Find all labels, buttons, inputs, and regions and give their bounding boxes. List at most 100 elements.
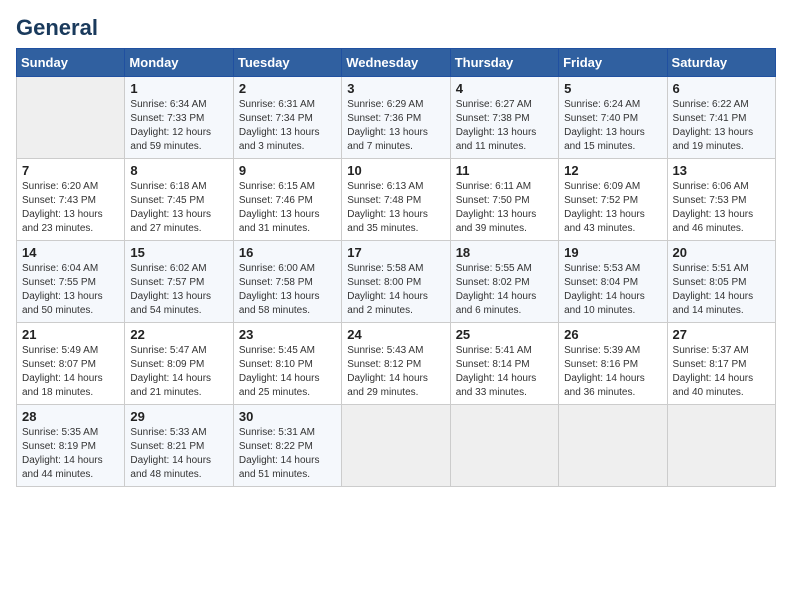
calendar-cell: [342, 405, 450, 487]
day-info: Sunrise: 5:35 AM Sunset: 8:19 PM Dayligh…: [22, 426, 119, 482]
calendar-cell: [450, 405, 558, 487]
calendar-cell: 9Sunrise: 6:15 AM Sunset: 7:46 PM Daylig…: [233, 159, 341, 241]
day-number: 18: [456, 245, 553, 260]
day-info: Sunrise: 6:24 AM Sunset: 7:40 PM Dayligh…: [564, 98, 661, 154]
day-number: 14: [22, 245, 119, 260]
day-number: 17: [347, 245, 444, 260]
header-friday: Friday: [559, 49, 667, 77]
day-info: Sunrise: 6:09 AM Sunset: 7:52 PM Dayligh…: [564, 180, 661, 236]
calendar-table: SundayMondayTuesdayWednesdayThursdayFrid…: [16, 48, 776, 487]
day-number: 26: [564, 327, 661, 342]
day-info: Sunrise: 6:31 AM Sunset: 7:34 PM Dayligh…: [239, 98, 336, 154]
day-info: Sunrise: 5:33 AM Sunset: 8:21 PM Dayligh…: [130, 426, 227, 482]
calendar-cell: 21 Sunrise: 5:49 AM Sunset: 8:07 PM Dayli…: [17, 323, 125, 405]
calendar-cell: [17, 77, 125, 159]
day-info: Sunrise: 6:22 AM Sunset: 7:41 PM Dayligh…: [673, 98, 770, 154]
calendar-cell: 24 Sunrise: 5:43 AM Sunset: 8:12 PM Dayli…: [342, 323, 450, 405]
calendar-week-row: 1 Sunrise: 6:34 AM Sunset: 7:33 PM Daylig…: [17, 77, 776, 159]
day-number: 15: [130, 245, 227, 260]
calendar-cell: 20 Sunrise: 5:51 AM Sunset: 8:05 PM Dayli…: [667, 241, 775, 323]
day-info: Sunrise: 6:06 AM Sunset: 7:53 PM Dayligh…: [673, 180, 770, 236]
day-info: Sunrise: 5:39 AM Sunset: 8:16 PM Dayligh…: [564, 344, 661, 400]
day-number: 5: [564, 81, 661, 96]
calendar-cell: 5 Sunrise: 6:24 AM Sunset: 7:40 PM Daylig…: [559, 77, 667, 159]
day-number: 29: [130, 409, 227, 424]
calendar-cell: 12Sunrise: 6:09 AM Sunset: 7:52 PM Dayli…: [559, 159, 667, 241]
calendar-cell: [559, 405, 667, 487]
calendar-cell: 22 Sunrise: 5:47 AM Sunset: 8:09 PM Dayli…: [125, 323, 233, 405]
day-number: 22: [130, 327, 227, 342]
calendar-cell: 29 Sunrise: 5:33 AM Sunset: 8:21 PM Dayli…: [125, 405, 233, 487]
day-info: Sunrise: 6:00 AM Sunset: 7:58 PM Dayligh…: [239, 262, 336, 318]
page-header: General: [16, 16, 776, 40]
day-number: 19: [564, 245, 661, 260]
day-info: Sunrise: 6:34 AM Sunset: 7:33 PM Dayligh…: [130, 98, 227, 154]
logo: General: [16, 16, 98, 40]
calendar-cell: 7 Sunrise: 6:20 AM Sunset: 7:43 PM Daylig…: [17, 159, 125, 241]
calendar-week-row: 21 Sunrise: 5:49 AM Sunset: 8:07 PM Dayli…: [17, 323, 776, 405]
day-info: Sunrise: 5:41 AM Sunset: 8:14 PM Dayligh…: [456, 344, 553, 400]
day-number: 21: [22, 327, 119, 342]
calendar-week-row: 28Sunrise: 5:35 AM Sunset: 8:19 PM Dayli…: [17, 405, 776, 487]
header-monday: Monday: [125, 49, 233, 77]
calendar-cell: 17 Sunrise: 5:58 AM Sunset: 8:00 PM Dayli…: [342, 241, 450, 323]
day-number: 1: [130, 81, 227, 96]
calendar-cell: 18 Sunrise: 5:55 AM Sunset: 8:02 PM Dayli…: [450, 241, 558, 323]
calendar-cell: 13 Sunrise: 6:06 AM Sunset: 7:53 PM Dayli…: [667, 159, 775, 241]
calendar-cell: 6Sunrise: 6:22 AM Sunset: 7:41 PM Daylig…: [667, 77, 775, 159]
day-info: Sunrise: 6:15 AM Sunset: 7:46 PM Dayligh…: [239, 180, 336, 236]
header-sunday: Sunday: [17, 49, 125, 77]
day-info: Sunrise: 6:02 AM Sunset: 7:57 PM Dayligh…: [130, 262, 227, 318]
day-number: 3: [347, 81, 444, 96]
calendar-cell: 30 Sunrise: 5:31 AM Sunset: 8:22 PM Dayli…: [233, 405, 341, 487]
calendar-cell: 1 Sunrise: 6:34 AM Sunset: 7:33 PM Daylig…: [125, 77, 233, 159]
day-info: Sunrise: 5:53 AM Sunset: 8:04 PM Dayligh…: [564, 262, 661, 318]
day-number: 30: [239, 409, 336, 424]
day-info: Sunrise: 5:43 AM Sunset: 8:12 PM Dayligh…: [347, 344, 444, 400]
calendar-cell: 4 Sunrise: 6:27 AM Sunset: 7:38 PM Daylig…: [450, 77, 558, 159]
calendar-cell: 15 Sunrise: 6:02 AM Sunset: 7:57 PM Dayli…: [125, 241, 233, 323]
calendar-cell: [667, 405, 775, 487]
calendar-cell: 23 Sunrise: 5:45 AM Sunset: 8:10 PM Dayli…: [233, 323, 341, 405]
day-number: 23: [239, 327, 336, 342]
day-info: Sunrise: 5:55 AM Sunset: 8:02 PM Dayligh…: [456, 262, 553, 318]
day-info: Sunrise: 5:49 AM Sunset: 8:07 PM Dayligh…: [22, 344, 119, 400]
day-info: Sunrise: 5:51 AM Sunset: 8:05 PM Dayligh…: [673, 262, 770, 318]
day-number: 13: [673, 163, 770, 178]
day-info: Sunrise: 5:37 AM Sunset: 8:17 PM Dayligh…: [673, 344, 770, 400]
day-number: 16: [239, 245, 336, 260]
calendar-cell: 3 Sunrise: 6:29 AM Sunset: 7:36 PM Daylig…: [342, 77, 450, 159]
day-number: 10: [347, 163, 444, 178]
day-number: 25: [456, 327, 553, 342]
calendar-cell: 25 Sunrise: 5:41 AM Sunset: 8:14 PM Dayli…: [450, 323, 558, 405]
day-info: Sunrise: 6:11 AM Sunset: 7:50 PM Dayligh…: [456, 180, 553, 236]
calendar-cell: 16 Sunrise: 6:00 AM Sunset: 7:58 PM Dayli…: [233, 241, 341, 323]
day-info: Sunrise: 6:13 AM Sunset: 7:48 PM Dayligh…: [347, 180, 444, 236]
day-number: 20: [673, 245, 770, 260]
day-number: 8: [130, 163, 227, 178]
calendar-cell: 11Sunrise: 6:11 AM Sunset: 7:50 PM Dayli…: [450, 159, 558, 241]
calendar-header-row: SundayMondayTuesdayWednesdayThursdayFrid…: [17, 49, 776, 77]
header-saturday: Saturday: [667, 49, 775, 77]
calendar-cell: 14 Sunrise: 6:04 AM Sunset: 7:55 PM Dayli…: [17, 241, 125, 323]
day-info: Sunrise: 5:58 AM Sunset: 8:00 PM Dayligh…: [347, 262, 444, 318]
calendar-cell: 26 Sunrise: 5:39 AM Sunset: 8:16 PM Dayli…: [559, 323, 667, 405]
day-info: Sunrise: 6:04 AM Sunset: 7:55 PM Dayligh…: [22, 262, 119, 318]
day-number: 7: [22, 163, 119, 178]
day-info: Sunrise: 5:47 AM Sunset: 8:09 PM Dayligh…: [130, 344, 227, 400]
calendar-body: 1 Sunrise: 6:34 AM Sunset: 7:33 PM Daylig…: [17, 77, 776, 487]
day-number: 2: [239, 81, 336, 96]
day-info: Sunrise: 6:27 AM Sunset: 7:38 PM Dayligh…: [456, 98, 553, 154]
calendar-cell: 27 Sunrise: 5:37 AM Sunset: 8:17 PM Dayli…: [667, 323, 775, 405]
day-number: 24: [347, 327, 444, 342]
header-tuesday: Tuesday: [233, 49, 341, 77]
day-info: Sunrise: 5:31 AM Sunset: 8:22 PM Dayligh…: [239, 426, 336, 482]
day-info: Sunrise: 6:20 AM Sunset: 7:43 PM Dayligh…: [22, 180, 119, 236]
day-info: Sunrise: 5:45 AM Sunset: 8:10 PM Dayligh…: [239, 344, 336, 400]
logo-text: General: [16, 16, 98, 40]
day-info: Sunrise: 6:29 AM Sunset: 7:36 PM Dayligh…: [347, 98, 444, 154]
header-wednesday: Wednesday: [342, 49, 450, 77]
day-number: 4: [456, 81, 553, 96]
day-number: 27: [673, 327, 770, 342]
calendar-week-row: 7 Sunrise: 6:20 AM Sunset: 7:43 PM Daylig…: [17, 159, 776, 241]
